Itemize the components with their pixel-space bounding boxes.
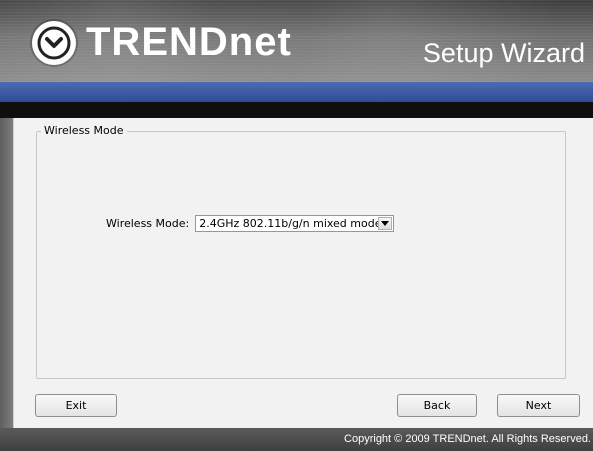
wireless-mode-label: Wireless Mode: [106,217,190,230]
divider-band [0,102,593,118]
left-edge [0,118,13,428]
exit-button[interactable]: Exit [35,394,117,417]
accent-band [0,82,593,102]
wireless-mode-value: 2.4GHz 802.11b/g/n mixed mode [199,217,382,230]
page-title: Setup Wizard [422,38,585,68]
wireless-mode-row: Wireless Mode: 2.4GHz 802.11b/g/n mixed … [106,215,395,232]
wireless-mode-select[interactable]: 2.4GHz 802.11b/g/n mixed mode [195,215,395,232]
back-button[interactable]: Back [397,394,477,417]
brand-name: TRENDnet [86,20,292,64]
trendnet-logo-icon [32,20,76,65]
footer: Copyright © 2009 TRENDnet. All Rights Re… [0,428,593,451]
copyright-text: Copyright © 2009 TRENDnet. All Rights Re… [344,433,591,445]
next-button[interactable]: Next [497,394,580,417]
header: TRENDnet Setup Wizard [0,0,593,82]
group-title: Wireless Mode [41,124,127,137]
chevron-down-icon[interactable] [378,217,393,230]
brand-logo: TRENDnet [32,20,292,65]
content-panel: Wireless Mode Wireless Mode: 2.4GHz 802.… [13,118,593,428]
wireless-mode-group [36,131,566,379]
